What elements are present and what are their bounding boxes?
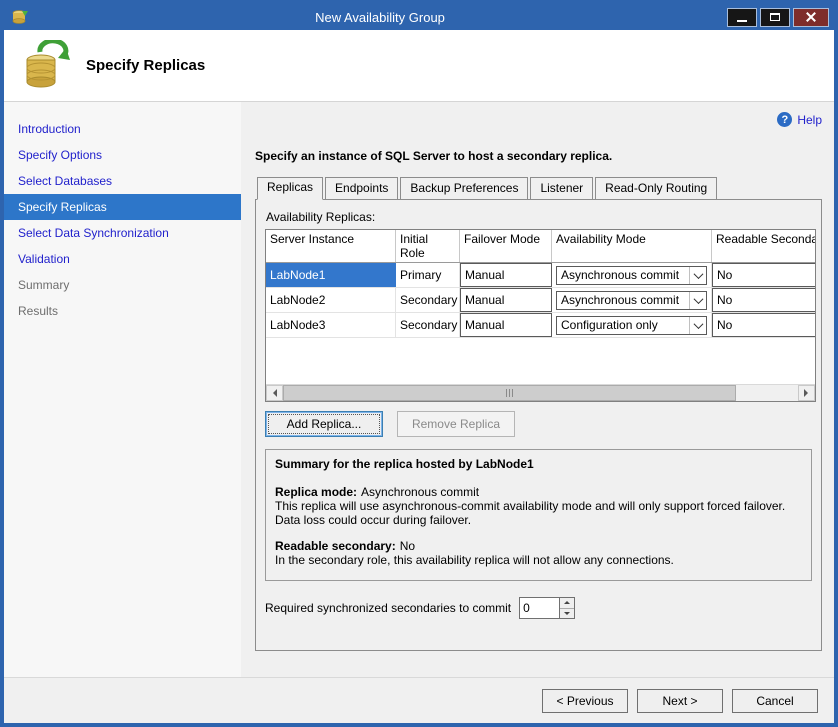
- arrow-up-icon: [564, 598, 570, 604]
- tab-replicas[interactable]: Replicas: [257, 177, 323, 200]
- help-link[interactable]: Help: [797, 113, 822, 127]
- cell-initial-role[interactable]: Secondary: [396, 288, 460, 312]
- help-icon: ?: [777, 112, 792, 127]
- cell-failover-mode[interactable]: Manual: [460, 313, 552, 337]
- scroll-left-button[interactable]: [266, 385, 283, 401]
- app-icon: [11, 9, 29, 25]
- replica-mode-value: Asynchronous commit: [361, 485, 479, 499]
- scroll-right-button[interactable]: [798, 385, 815, 401]
- cell-availability-mode: Asynchronous commit: [552, 288, 712, 312]
- cell-server-instance[interactable]: LabNode3: [266, 313, 396, 337]
- close-icon: [806, 12, 816, 22]
- minimize-button[interactable]: [727, 8, 757, 27]
- sidebar-item-summary: Summary: [4, 272, 241, 298]
- cell-failover-mode[interactable]: Manual: [460, 263, 552, 287]
- tab-strip: Replicas Endpoints Backup Preferences Li…: [255, 177, 822, 200]
- column-header-failover-mode: Failover Mode: [460, 230, 552, 262]
- sidebar-item-results: Results: [4, 298, 241, 324]
- tab-endpoints[interactable]: Endpoints: [325, 177, 398, 200]
- sidebar-item-specify-replicas[interactable]: Specify Replicas: [4, 194, 241, 220]
- sidebar-item-validation[interactable]: Validation: [4, 246, 241, 272]
- tab-listener[interactable]: Listener: [530, 177, 593, 200]
- replica-mode-label: Replica mode:: [275, 485, 357, 499]
- tab-read-only-routing[interactable]: Read-Only Routing: [595, 177, 717, 200]
- availability-mode-dropdown[interactable]: Asynchronous commit: [556, 291, 707, 310]
- main-content: ? Help Specify an instance of SQL Server…: [241, 102, 834, 677]
- stepper-down-button[interactable]: [560, 609, 574, 619]
- availability-replicas-label: Availability Replicas:: [266, 210, 812, 224]
- dropdown-value: Asynchronous commit: [561, 268, 679, 282]
- replica-row-labnode2[interactable]: LabNode2 Secondary Manual Asynchronous c…: [266, 288, 816, 313]
- column-header-availability-mode: Availability Mode: [552, 230, 712, 262]
- stepper-up-button[interactable]: [560, 598, 574, 609]
- arrow-right-icon: [804, 389, 812, 397]
- previous-button[interactable]: < Previous: [542, 689, 628, 713]
- availability-mode-dropdown[interactable]: Asynchronous commit: [556, 266, 707, 285]
- sidebar-item-introduction[interactable]: Introduction: [4, 116, 241, 142]
- dropdown-value: Asynchronous commit: [561, 293, 679, 307]
- cell-initial-role[interactable]: Primary: [396, 263, 460, 287]
- arrow-down-icon: [564, 612, 570, 618]
- tab-backup-preferences[interactable]: Backup Preferences: [400, 177, 528, 200]
- readable-secondary-label: Readable secondary:: [275, 539, 396, 553]
- next-button[interactable]: Next >: [637, 689, 723, 713]
- cell-server-instance[interactable]: LabNode1: [266, 263, 396, 287]
- cell-availability-mode: Configuration only: [552, 313, 712, 337]
- replica-mode-description: This replica will use asynchronous-commi…: [275, 499, 802, 527]
- readable-secondary-value: No: [400, 539, 415, 553]
- minimize-icon: [737, 20, 747, 22]
- availability-group-icon: [20, 40, 70, 92]
- availability-replicas-grid: Server Instance Initial Role Failover Mo…: [265, 229, 816, 402]
- instruction-text: Specify an instance of SQL Server to hos…: [255, 149, 822, 163]
- wizard-header: Specify Replicas: [4, 30, 834, 102]
- cell-initial-role[interactable]: Secondary: [396, 313, 460, 337]
- window-title: New Availability Group: [33, 10, 727, 25]
- horizontal-scrollbar[interactable]: [266, 384, 815, 401]
- column-header-initial-role: Initial Role: [396, 230, 460, 262]
- required-secondaries-label: Required synchronized secondaries to com…: [265, 601, 511, 615]
- replica-row-labnode1[interactable]: LabNode1 Primary Manual Asynchronous com…: [266, 263, 816, 288]
- grid-header-row: Server Instance Initial Role Failover Mo…: [266, 230, 816, 263]
- cell-readable-secondary[interactable]: No: [712, 288, 816, 312]
- wizard-footer: < Previous Next > Cancel: [4, 677, 834, 723]
- cell-availability-mode: Asynchronous commit: [552, 263, 712, 287]
- wizard-window: New Availability Group Specify Replicas …: [0, 0, 838, 727]
- readable-secondary-description: In the secondary role, this availability…: [275, 553, 802, 567]
- cell-readable-secondary[interactable]: No: [712, 313, 816, 337]
- chevron-down-icon[interactable]: [689, 292, 706, 309]
- cell-failover-mode[interactable]: Manual: [460, 288, 552, 312]
- summary-title: Summary for the replica hosted by LabNod…: [275, 457, 802, 471]
- required-secondaries-stepper: [519, 597, 575, 619]
- sidebar-item-select-data-synchronization[interactable]: Select Data Synchronization: [4, 220, 241, 246]
- maximize-button[interactable]: [760, 8, 790, 27]
- column-header-server-instance: Server Instance: [266, 230, 396, 262]
- sidebar-item-select-databases[interactable]: Select Databases: [4, 168, 241, 194]
- replica-summary-panel: Summary for the replica hosted by LabNod…: [265, 449, 812, 581]
- cell-server-instance[interactable]: LabNode2: [266, 288, 396, 312]
- grid-empty-area: [266, 338, 816, 384]
- title-bar: New Availability Group: [4, 4, 834, 30]
- chevron-down-icon[interactable]: [689, 317, 706, 334]
- replica-row-labnode3[interactable]: LabNode3 Secondary Manual Configuration …: [266, 313, 816, 338]
- sidebar-item-specify-options[interactable]: Specify Options: [4, 142, 241, 168]
- cancel-button[interactable]: Cancel: [732, 689, 818, 713]
- availability-mode-dropdown[interactable]: Configuration only: [556, 316, 707, 335]
- close-button[interactable]: [793, 8, 829, 27]
- replicas-tab-panel: Availability Replicas: Server Instance I…: [255, 199, 822, 651]
- dropdown-value: Configuration only: [561, 318, 658, 332]
- column-header-readable-secondary: Readable Secondary: [712, 230, 816, 262]
- arrow-left-icon: [269, 389, 277, 397]
- page-title: Specify Replicas: [86, 57, 205, 74]
- wizard-steps-sidebar: Introduction Specify Options Select Data…: [4, 102, 241, 677]
- scrollbar-track[interactable]: [283, 385, 798, 401]
- add-replica-button[interactable]: Add Replica...: [265, 411, 383, 437]
- required-secondaries-input[interactable]: [519, 597, 559, 619]
- chevron-down-icon[interactable]: [689, 267, 706, 284]
- remove-replica-button: Remove Replica: [397, 411, 515, 437]
- cell-readable-secondary[interactable]: No: [712, 263, 816, 287]
- maximize-icon: [770, 13, 780, 21]
- scrollbar-thumb[interactable]: [283, 385, 736, 401]
